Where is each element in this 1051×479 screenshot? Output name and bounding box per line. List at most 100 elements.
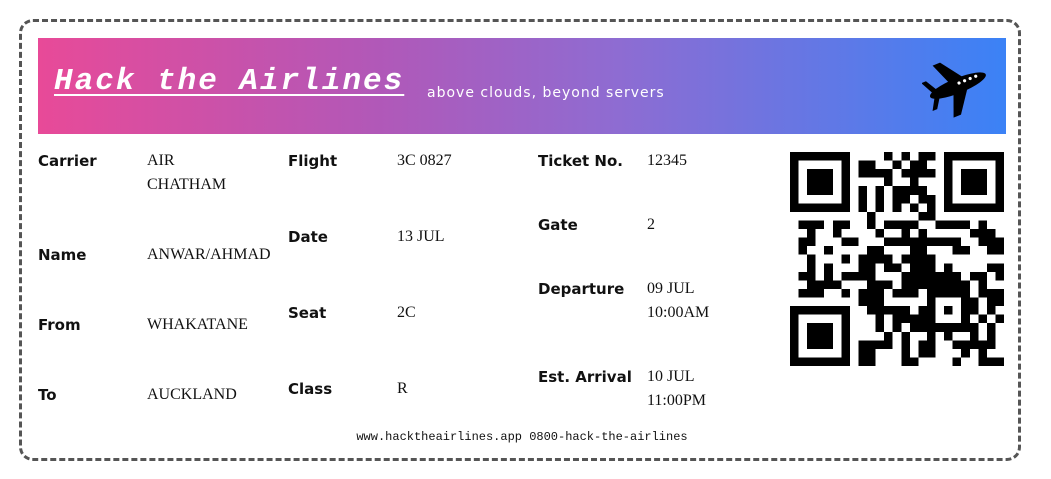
qr-module bbox=[790, 357, 799, 366]
qr-module bbox=[909, 220, 919, 230]
qr-module bbox=[798, 357, 808, 366]
from-label: From bbox=[38, 316, 81, 334]
qr-module bbox=[944, 263, 953, 272]
qr-module bbox=[849, 237, 859, 247]
qr-module bbox=[875, 229, 885, 238]
departure-time: 10:00AM bbox=[647, 304, 710, 321]
qr-module bbox=[884, 220, 893, 230]
qr-module bbox=[790, 306, 799, 315]
qr-module bbox=[995, 357, 1004, 366]
qr-module bbox=[892, 237, 902, 247]
qr-module bbox=[824, 340, 833, 349]
qr-module bbox=[986, 306, 996, 315]
qr-module bbox=[798, 203, 808, 212]
qr-module bbox=[841, 237, 850, 247]
qr-module bbox=[892, 323, 902, 332]
qr-module bbox=[901, 348, 910, 358]
qr-module bbox=[867, 263, 876, 272]
qr-module bbox=[901, 220, 910, 230]
class-label: Class bbox=[288, 380, 333, 398]
qr-module bbox=[952, 340, 962, 349]
qr-module bbox=[935, 271, 945, 281]
qr-module bbox=[790, 331, 799, 341]
qr-module bbox=[892, 314, 902, 324]
qr-module bbox=[858, 263, 868, 272]
flight-number: 3C 0827 bbox=[397, 152, 452, 169]
qr-module bbox=[841, 348, 850, 358]
qr-module bbox=[798, 306, 808, 315]
qr-module bbox=[978, 152, 987, 161]
qr-module bbox=[884, 169, 893, 178]
qr-module bbox=[841, 152, 850, 161]
qr-module bbox=[824, 280, 833, 289]
qr-module bbox=[815, 331, 825, 341]
qr-module bbox=[961, 280, 970, 289]
qr-module bbox=[944, 323, 953, 332]
gate-number: 2 bbox=[647, 216, 655, 233]
qr-module bbox=[978, 220, 987, 230]
qr-module bbox=[952, 220, 962, 230]
qr-module bbox=[858, 186, 868, 195]
qr-module bbox=[969, 340, 979, 349]
qr-module bbox=[909, 271, 919, 281]
qr-module bbox=[841, 194, 850, 204]
qr-module bbox=[995, 177, 1004, 187]
qr-module bbox=[790, 194, 799, 204]
qr-module bbox=[841, 160, 850, 170]
qr-module bbox=[841, 177, 850, 187]
qr-module bbox=[798, 152, 808, 161]
qr-module bbox=[815, 220, 825, 230]
qr-module bbox=[875, 323, 885, 332]
arrival-time: 11:00PM bbox=[647, 392, 706, 409]
seat-number: 2C bbox=[397, 304, 416, 321]
qr-module bbox=[918, 323, 927, 332]
qr-module bbox=[807, 323, 816, 332]
qr-module bbox=[986, 297, 996, 307]
qr-module bbox=[901, 254, 910, 264]
qr-module bbox=[867, 160, 876, 170]
qr-module bbox=[926, 331, 936, 341]
qr-module bbox=[986, 263, 996, 272]
seat-label: Seat bbox=[288, 304, 327, 322]
qr-module bbox=[867, 348, 876, 358]
qr-module bbox=[944, 306, 953, 315]
qr-module bbox=[995, 263, 1004, 272]
qr-module bbox=[824, 271, 833, 281]
qr-module bbox=[849, 271, 859, 281]
qr-module bbox=[875, 169, 885, 178]
qr-module bbox=[961, 203, 970, 212]
qr-module bbox=[892, 306, 902, 315]
qr-module bbox=[875, 306, 885, 315]
qr-module bbox=[815, 357, 825, 366]
qr-module bbox=[798, 271, 808, 281]
qr-module bbox=[815, 203, 825, 212]
qr-module bbox=[858, 203, 868, 212]
qr-module bbox=[832, 203, 842, 212]
qr-module bbox=[926, 323, 936, 332]
qr-module bbox=[961, 220, 970, 230]
qr-module bbox=[969, 169, 979, 178]
qr-module bbox=[901, 186, 910, 195]
qr-module bbox=[858, 254, 868, 264]
qr-module bbox=[909, 186, 919, 195]
qr-module bbox=[918, 280, 927, 289]
qr-module bbox=[807, 237, 816, 247]
qr-module bbox=[918, 237, 927, 247]
qr-module bbox=[815, 280, 825, 289]
qr-module bbox=[978, 357, 987, 366]
arrival-label: Est. Arrival bbox=[538, 368, 632, 386]
qr-module bbox=[807, 229, 816, 238]
flight-date: 13 JUL bbox=[397, 228, 445, 245]
qr-module bbox=[875, 340, 885, 349]
qr-module bbox=[969, 323, 979, 332]
arrival-date: 10 JUL bbox=[647, 368, 695, 385]
qr-module bbox=[824, 357, 833, 366]
qr-module bbox=[884, 263, 893, 272]
qr-module bbox=[867, 220, 876, 230]
qr-module bbox=[986, 237, 996, 247]
qr-module bbox=[935, 323, 945, 332]
airline-title[interactable]: Hack the Airlines bbox=[54, 64, 404, 99]
qr-module bbox=[995, 246, 1004, 255]
qr-module bbox=[884, 254, 893, 264]
qr-module bbox=[909, 203, 919, 212]
